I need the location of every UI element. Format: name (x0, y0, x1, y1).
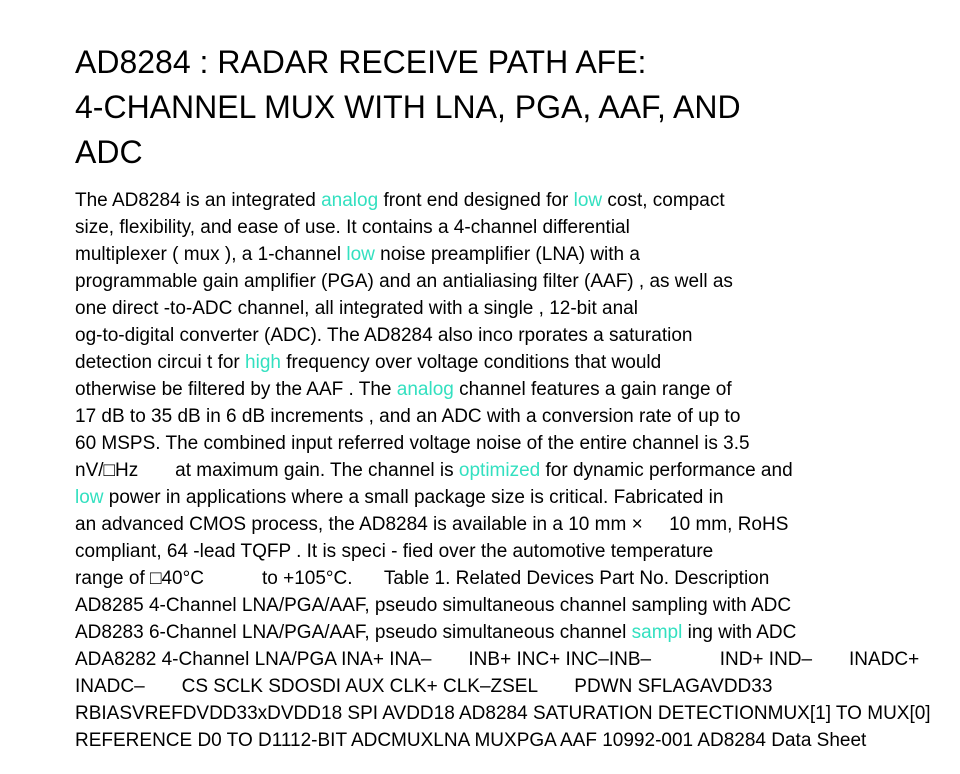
title-line: ADC (75, 134, 143, 170)
document-page: AD8284 : RADAR RECEIVE PATH AFE: 4-CHANNE… (0, 0, 960, 774)
body-text: og-to-digital converter (ADC). The AD828… (75, 325, 693, 346)
body-text: REFERENCE D0 TO D1112-BIT ADCMUXLNA MUXP… (75, 730, 867, 751)
body-line: programmable gain amplifier (PGA) and an… (75, 268, 960, 295)
highlighted-term: high (245, 352, 281, 373)
body-line: The AD8284 is an integrated analog front… (75, 187, 960, 214)
document-title: AD8284 : RADAR RECEIVE PATH AFE: 4-CHANNE… (75, 40, 935, 175)
body-text: power in applications where a small pack… (103, 487, 724, 508)
highlighted-term: low (573, 190, 603, 211)
body-line: detection circui t for high frequency ov… (75, 349, 960, 376)
document-body: The AD8284 is an integrated analog front… (75, 187, 960, 754)
body-text: size, flexibility, and ease of use. It c… (75, 217, 630, 238)
body-line: RBIASVREFDVDD33xDVDD18 SPI AVDD18 AD8284… (75, 700, 960, 727)
body-line: AD8283 6-Channel LNA/PGA/AAF, pseudo sim… (75, 619, 960, 646)
body-line: AD8285 4-Channel LNA/PGA/AAF, pseudo sim… (75, 592, 960, 619)
body-text: cost, compact (602, 190, 725, 211)
body-line: nV/□Hz at maximum gain. The channel is o… (75, 457, 960, 484)
highlighted-term: low (75, 487, 104, 508)
body-text: an advanced CMOS process, the AD8284 is … (75, 514, 789, 535)
body-text: 17 dB to 35 dB in 6 dB increments , and … (75, 406, 741, 427)
title-line: 4-CHANNEL MUX WITH LNA, PGA, AAF, AND (75, 89, 741, 125)
body-text: RBIASVREFDVDD33xDVDD18 SPI AVDD18 AD8284… (75, 703, 931, 724)
body-text: detection circui t for (75, 352, 246, 373)
body-line: 60 MSPS. The combined input referred vol… (75, 430, 960, 457)
body-text: INADC– CS SCLK SDOSDI AUX CLK+ CLK–ZSEL … (75, 676, 773, 697)
body-line: one direct -to-ADC channel, all integrat… (75, 295, 960, 322)
body-text: for dynamic performance and (540, 460, 793, 481)
body-text: compliant, 64 -lead TQFP . It is speci -… (75, 541, 714, 562)
body-text: noise preamplifier (LNA) with a (374, 244, 640, 265)
body-text: one direct -to-ADC channel, all integrat… (75, 298, 638, 319)
body-text: channel features a gain range of (453, 379, 732, 400)
body-line: multiplexer ( mux ), a 1-channel low noi… (75, 241, 960, 268)
body-text: AD8283 6-Channel LNA/PGA/AAF, pseudo sim… (75, 622, 632, 643)
body-line: ADA8282 4-Channel LNA/PGA INA+ INA– INB+… (75, 646, 960, 673)
body-line: an advanced CMOS process, the AD8284 is … (75, 511, 960, 538)
title-line: AD8284 : RADAR RECEIVE PATH AFE: (75, 44, 647, 80)
body-text: AD8285 4-Channel LNA/PGA/AAF, pseudo sim… (75, 595, 792, 616)
body-text: frequency over voltage conditions that w… (280, 352, 662, 373)
body-text: The AD8284 is an integrated (75, 190, 322, 211)
highlighted-term: low (346, 244, 375, 265)
body-line: 17 dB to 35 dB in 6 dB increments , and … (75, 403, 960, 430)
body-text: multiplexer ( mux ), a 1-channel (75, 244, 347, 265)
body-text: front end designed for (378, 190, 574, 211)
body-line: range of □40°C to +105°C. Table 1. Relat… (75, 565, 960, 592)
body-text: nV/□Hz at maximum gain. The channel is (75, 460, 459, 481)
highlighted-term: analog (321, 190, 379, 211)
body-line: REFERENCE D0 TO D1112-BIT ADCMUXLNA MUXP… (75, 727, 960, 754)
body-text: 60 MSPS. The combined input referred vol… (75, 433, 750, 454)
body-line: otherwise be filtered by the AAF . The a… (75, 376, 960, 403)
highlighted-term: analog (396, 379, 454, 400)
body-text: range of □40°C to +105°C. Table 1. Relat… (75, 568, 770, 589)
body-line: INADC– CS SCLK SDOSDI AUX CLK+ CLK–ZSEL … (75, 673, 960, 700)
body-line: og-to-digital converter (ADC). The AD828… (75, 322, 960, 349)
body-text: ing with ADC (682, 622, 797, 643)
highlighted-term: optimized (458, 460, 541, 481)
body-text: ADA8282 4-Channel LNA/PGA INA+ INA– INB+… (75, 649, 920, 670)
body-line: compliant, 64 -lead TQFP . It is speci -… (75, 538, 960, 565)
body-text: otherwise be filtered by the AAF . The (75, 379, 397, 400)
body-text: programmable gain amplifier (PGA) and an… (75, 271, 733, 292)
body-line: low power in applications where a small … (75, 484, 960, 511)
highlighted-term: sampl (631, 622, 683, 643)
body-line: size, flexibility, and ease of use. It c… (75, 214, 960, 241)
